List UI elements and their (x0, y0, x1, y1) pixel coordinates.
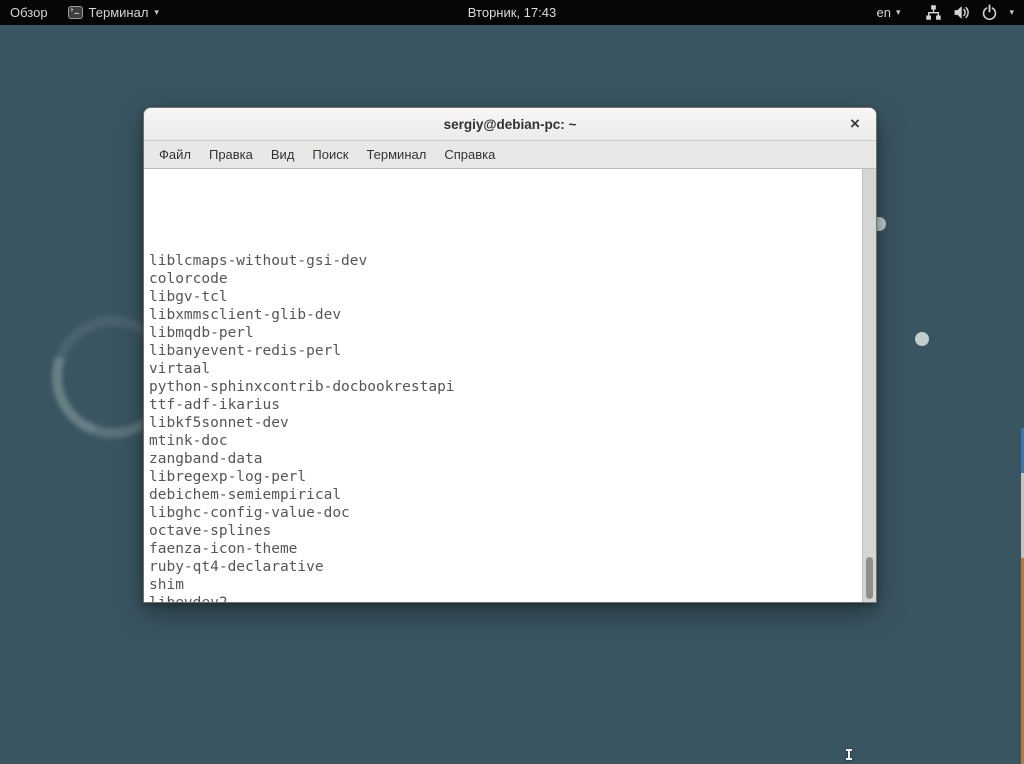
terminal-output-line: libxmmsclient-glib-dev (149, 306, 862, 324)
window-titlebar[interactable]: sergiy@debian-pc: ~ × (144, 108, 876, 141)
terminal-output-line: liblcmaps-without-gsi-dev (149, 252, 862, 270)
terminal-output-line: libevdev2 (149, 594, 862, 602)
terminal-output-line: ttf-adf-ikarius (149, 396, 862, 414)
chevron-down-icon: ▾ (896, 7, 901, 18)
terminal-viewport[interactable]: liblcmaps-without-gsi-devcolorcodelibgv-… (144, 169, 876, 602)
mouse-cursor-ibeam (845, 749, 853, 760)
terminal-output: liblcmaps-without-gsi-devcolorcodelibgv-… (144, 169, 862, 602)
menu-item[interactable]: Вид (262, 143, 304, 166)
menu-item[interactable]: Терминал (357, 143, 435, 166)
wallpaper-dot (915, 332, 929, 346)
scrollbar-thumb[interactable] (866, 557, 873, 599)
network-wired-icon[interactable] (925, 4, 942, 21)
terminal-output-line: libregexp-log-perl (149, 468, 862, 486)
volume-icon[interactable] (953, 4, 970, 21)
terminal-output-line: ruby-qt4-declarative (149, 558, 862, 576)
terminal-output-line: colorcode (149, 270, 862, 288)
menu-item[interactable]: Справка (435, 143, 504, 166)
terminal-output-line: virtaal (149, 360, 862, 378)
keyboard-layout-button[interactable]: en ▾ (876, 5, 900, 20)
close-button[interactable]: × (843, 112, 867, 136)
terminal-window: sergiy@debian-pc: ~ × ФайлПравкаВидПоиск… (143, 107, 877, 603)
terminal-output-line: libghc-config-value-doc (149, 504, 862, 522)
terminal-output-line: libmqdb-perl (149, 324, 862, 342)
terminal-output-line: libgv-tcl (149, 288, 862, 306)
terminal-output-line: libanyevent-redis-perl (149, 342, 862, 360)
terminal-output-line: octave-splines (149, 522, 862, 540)
power-icon[interactable] (981, 4, 998, 21)
terminal-output-line: libkf5sonnet-dev (149, 414, 862, 432)
terminal-output-line: zangband-data (149, 450, 862, 468)
menu-item[interactable]: Правка (200, 143, 262, 166)
menu-item[interactable]: Файл (150, 143, 200, 166)
terminal-output-line: python-sphinxcontrib-docbookrestapi (149, 378, 862, 396)
top-bar: Обзор Терминал ▾ Вторник, 17:43 en ▾ ▾ (0, 0, 1024, 25)
scrollbar-track[interactable] (862, 169, 876, 602)
terminal-output-line: mtink-doc (149, 432, 862, 450)
terminal-output-line: shim (149, 576, 862, 594)
terminal-output-line: faenza-icon-theme (149, 540, 862, 558)
window-title: sergiy@debian-pc: ~ (444, 117, 577, 132)
menu-bar: ФайлПравкаВидПоискТерминалСправка (144, 141, 876, 169)
menu-item[interactable]: Поиск (303, 143, 357, 166)
keyboard-layout-label: en (876, 5, 890, 20)
terminal-output-line: debichem-semiempirical (149, 486, 862, 504)
clock-button[interactable]: Вторник, 17:43 (0, 5, 1024, 20)
system-menu-chevron-down-icon[interactable]: ▾ (1009, 7, 1014, 18)
